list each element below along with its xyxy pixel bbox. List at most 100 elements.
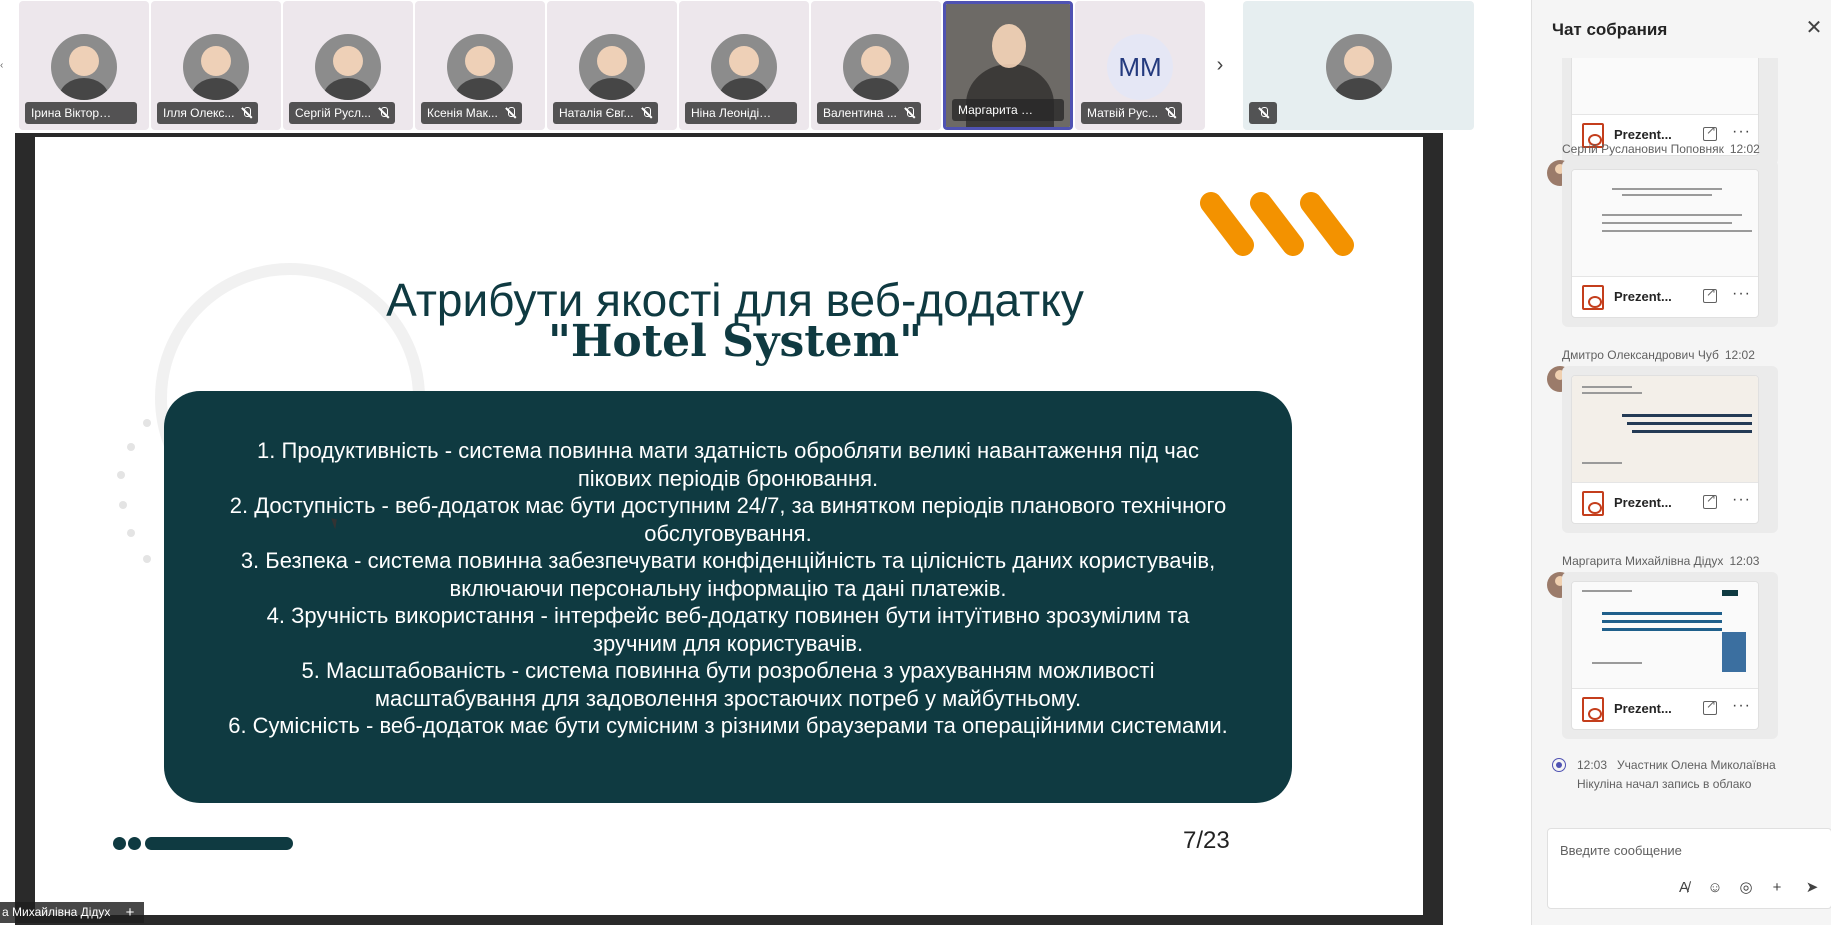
decorative-dot: [127, 529, 135, 537]
participant-tile[interactable]: Ілля Олекс...: [151, 1, 281, 130]
mic-muted-icon: [904, 107, 915, 119]
self-view-tile[interactable]: [1243, 1, 1474, 130]
participant-tile[interactable]: Ксенія Мак...: [415, 1, 545, 130]
participant-name: Матвій Рус...: [1081, 102, 1182, 124]
presenter-name: а Михайлівна Дідух: [2, 905, 111, 919]
avatar: [315, 34, 381, 100]
more-options-icon[interactable]: ···: [1732, 123, 1751, 141]
message-author: Сергій Русланович Поповняк: [1562, 142, 1724, 156]
chat-message: Prezent... ···: [1562, 366, 1778, 533]
share-icon[interactable]: [1703, 697, 1717, 715]
powerpoint-icon: [1582, 697, 1604, 722]
participant-name: Наталія Євг...: [553, 102, 658, 124]
avatar: [711, 34, 777, 100]
progress-dot: [128, 837, 141, 850]
participant-tile-speaking[interactable]: Маргарита Мих...: [943, 1, 1073, 130]
avatar: [447, 34, 513, 100]
file-attachment[interactable]: Prezent... ···: [1571, 375, 1759, 524]
participant-tile[interactable]: ММ Матвій Рус...: [1075, 1, 1205, 130]
message-header: Маргарита Михайлівна Дідух 12:03: [1562, 554, 1759, 568]
chat-header: Чат собрания ✕: [1532, 0, 1831, 58]
powerpoint-icon: [1582, 285, 1604, 310]
mic-status: [1249, 102, 1277, 124]
strip-scroll-left[interactable]: ‹: [0, 60, 6, 72]
file-name: Prezent...: [1614, 495, 1672, 510]
avatar: [51, 34, 117, 100]
powerpoint-icon: [1582, 491, 1604, 516]
plus-icon[interactable]: +: [126, 902, 135, 923]
slide-subtitle: "Hotel System": [547, 316, 923, 367]
slide-page-number: 7/23: [1183, 827, 1230, 854]
slide-list-item: 4. Зручність використання - інтерфейс ве…: [266, 603, 1190, 656]
file-row: Prezent... ···: [1572, 277, 1758, 317]
share-icon[interactable]: [1703, 123, 1717, 141]
message-author: Дмитро Олександрович Чуб: [1562, 348, 1719, 362]
chevron-right-icon[interactable]: ›: [1208, 52, 1232, 78]
avatar: [843, 34, 909, 100]
file-thumbnail: [1572, 376, 1758, 483]
presentation-slide: + + + + + + + + + + + + + + + + + + + + …: [35, 137, 1423, 915]
avatar: [183, 34, 249, 100]
file-thumbnail: [1572, 170, 1758, 277]
mic-muted-icon: [378, 107, 389, 119]
more-options-icon[interactable]: ···: [1732, 491, 1751, 509]
mic-muted-icon: [505, 107, 516, 119]
avatar: ММ: [1107, 34, 1173, 100]
participant-tile[interactable]: Ніна Леонідівн...: [679, 1, 809, 130]
slide-list-item: 2. Доступність - веб-додаток має бути до…: [229, 493, 1227, 546]
participant-tile[interactable]: Сергій Русл...: [283, 1, 413, 130]
presenter-name-tag: а Михайлівна Дідух +: [0, 902, 145, 923]
participant-name: Ніна Леонідівн...: [685, 102, 797, 124]
participant-name: Сергій Русл...: [289, 102, 395, 124]
slide-list-item: 5. Масштабованість - система повинна бут…: [301, 658, 1155, 711]
participant-name: Ксенія Мак...: [421, 102, 522, 124]
file-thumbnail: [1572, 582, 1758, 689]
emoji-icon[interactable]: ☺: [1704, 877, 1726, 899]
file-attachment[interactable]: Prezent... ···: [1571, 581, 1759, 730]
more-options-icon[interactable]: ···: [1732, 285, 1751, 303]
participant-tile[interactable]: Валентина ...: [811, 1, 941, 130]
recording-icon: [1552, 758, 1566, 772]
system-message: 12:03 Участник Олена Миколаївна Нікуліна…: [1552, 756, 1822, 794]
send-icon[interactable]: ➤: [1801, 877, 1823, 899]
message-author: Маргарита Михайлівна Дідух: [1562, 554, 1724, 568]
slide-list-item: 3. Безпека - система повинна забезпечува…: [240, 548, 1216, 601]
participant-name: Валентина ...: [817, 102, 921, 124]
plus-icon[interactable]: +: [1766, 877, 1788, 899]
message-time: 12:03: [1729, 554, 1760, 568]
file-attachment[interactable]: Prezent... ···: [1571, 169, 1759, 318]
slide-list-item: 6. Сумісність - веб-додаток має бути сум…: [228, 713, 1228, 738]
slide-list-item: 1. Продуктивність - система повинна мати…: [257, 438, 1199, 491]
decorative-dot: [143, 419, 151, 427]
file-name: Prezent...: [1614, 127, 1672, 142]
system-message-body: 12:03 Участник Олена Миколаївна Нікуліна…: [1552, 756, 1822, 794]
chat-message-list[interactable]: Prezent... ··· Сергій Русланович Поповня…: [1532, 58, 1831, 818]
brand-logo: [1200, 192, 1354, 256]
chat-title: Чат собрания: [1552, 20, 1668, 39]
file-name: Prezent...: [1614, 289, 1672, 304]
file-name: Prezent...: [1614, 701, 1672, 716]
participant-tile[interactable]: Наталія Євг...: [547, 1, 677, 130]
progress-bar: [145, 837, 293, 850]
format-icon[interactable]: A̸: [1673, 877, 1695, 899]
avatar: [579, 34, 645, 100]
participant-name: Ірина Вікторівн...: [25, 102, 137, 124]
message-time: 12:02: [1724, 348, 1755, 362]
avatar: [1325, 34, 1392, 100]
slide-content-box: 1. Продуктивність - система повинна мати…: [164, 391, 1292, 803]
loop-icon[interactable]: ◎: [1735, 877, 1757, 899]
participant-tile[interactable]: Ірина Вікторівн...: [19, 1, 149, 130]
message-composer: A̸ ☺ ◎ + ➤: [1547, 828, 1831, 909]
decorative-dot: [119, 501, 127, 509]
share-icon[interactable]: [1703, 491, 1717, 509]
slide-progress-decoration: [113, 837, 303, 851]
system-message-text: Участник Олена Миколаївна Нікуліна начал…: [1577, 758, 1776, 791]
decorative-dot: [127, 443, 135, 451]
mic-muted-icon: [641, 107, 652, 119]
close-icon[interactable]: ✕: [1802, 16, 1826, 40]
more-options-icon[interactable]: ···: [1732, 697, 1751, 715]
system-message-time: 12:03: [1577, 758, 1608, 772]
share-icon[interactable]: [1703, 285, 1717, 303]
message-input[interactable]: [1560, 840, 1820, 860]
progress-dot: [113, 837, 126, 850]
